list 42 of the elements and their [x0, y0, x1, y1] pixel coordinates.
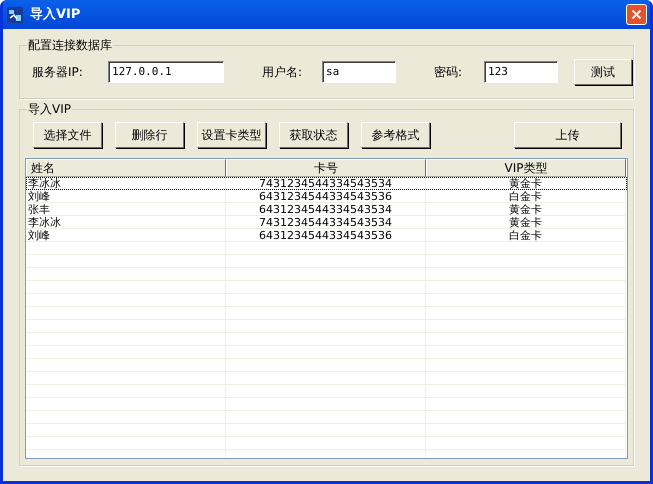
input-field[interactable]: sa — [322, 61, 396, 83]
table-cell: 刘峰 — [26, 190, 226, 203]
table-cell: 7431234544334543534 — [226, 216, 426, 229]
table-row[interactable]: 刘峰 6431234544334543536 白金卡 — [26, 229, 627, 242]
table-cell: 7431234544334543534 — [226, 177, 426, 190]
table-cell: 6431234544334543536 — [226, 190, 426, 203]
table-cell: 李冰冰 — [26, 177, 226, 190]
column-header[interactable]: 卡号 — [226, 159, 426, 177]
toolbar-button[interactable]: 设置卡类型 — [197, 122, 266, 148]
upload-button[interactable]: 上传 — [514, 122, 621, 148]
input-field[interactable]: 123 — [484, 61, 558, 83]
input-field[interactable]: 127.0.0.1 — [108, 61, 224, 83]
column-header[interactable]: VIP类型 — [426, 159, 626, 177]
window-title: 导入VIP — [30, 6, 80, 24]
group-title: 配置连接数据库 — [27, 37, 113, 53]
table-cell: 张丰 — [26, 203, 226, 216]
table-cell: 6431234544334543536 — [226, 229, 426, 242]
toolbar-button[interactable]: 获取状态 — [279, 122, 348, 148]
table-cell: 刘峰 — [26, 229, 226, 242]
app-icon — [6, 6, 24, 24]
table-cell: 黄金卡 — [426, 177, 626, 190]
test-button[interactable]: 测试 — [574, 59, 632, 85]
field-label: 用户名: — [262, 64, 304, 81]
table-cell: 黄金卡 — [426, 203, 626, 216]
close-icon — [631, 9, 642, 20]
toolbar-button[interactable]: 参考格式 — [361, 122, 430, 148]
toolbar-button[interactable]: 选择文件 — [33, 122, 102, 148]
group-title: 导入VIP — [27, 101, 72, 117]
table-cell: 白金卡 — [426, 229, 626, 242]
table-row[interactable]: 刘峰 6431234544334543536 白金卡 — [26, 190, 627, 203]
table-cell: 白金卡 — [426, 190, 626, 203]
table-cell: 李冰冰 — [26, 216, 226, 229]
field-label: 服务器IP: — [32, 64, 84, 81]
table-cell: 6431234544334543534 — [226, 203, 426, 216]
table-cell: 黄金卡 — [426, 216, 626, 229]
column-header[interactable]: 姓名 — [26, 159, 226, 177]
table-row[interactable]: 李冰冰 7431234544334543534 黄金卡 — [26, 177, 627, 190]
toolbar-button[interactable]: 删除行 — [115, 122, 184, 148]
table-row[interactable]: 李冰冰 7431234544334543534 黄金卡 — [26, 216, 627, 229]
field-label: 密码: — [434, 64, 464, 81]
table-row[interactable]: 张丰 6431234544334543534 黄金卡 — [26, 203, 627, 216]
close-button[interactable] — [626, 4, 647, 25]
